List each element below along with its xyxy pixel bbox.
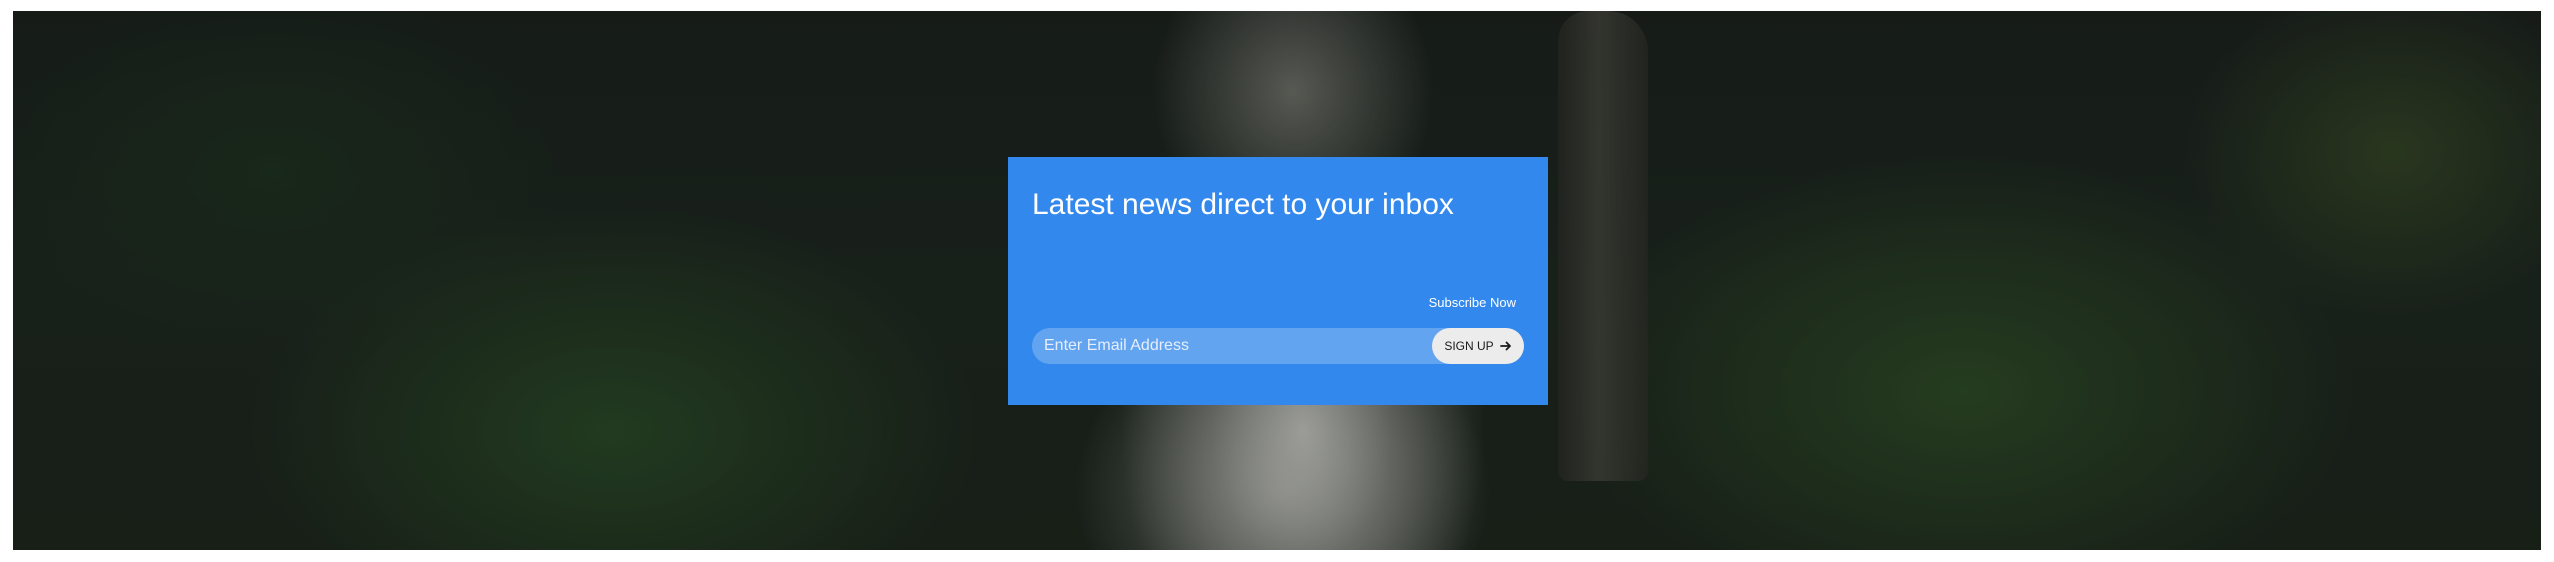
subscribe-label: Subscribe Now bbox=[1428, 295, 1516, 310]
arrow-right-icon bbox=[1499, 340, 1512, 352]
newsletter-title: Latest news direct to your inbox bbox=[1032, 188, 1454, 221]
sign-up-button[interactable]: SIGN UP bbox=[1432, 328, 1524, 364]
email-input[interactable] bbox=[1032, 328, 1432, 364]
sign-up-label: SIGN UP bbox=[1444, 339, 1494, 353]
newsletter-card: Latest news direct to your inbox Subscri… bbox=[1008, 157, 1548, 405]
signup-form: SIGN UP bbox=[1032, 328, 1524, 364]
